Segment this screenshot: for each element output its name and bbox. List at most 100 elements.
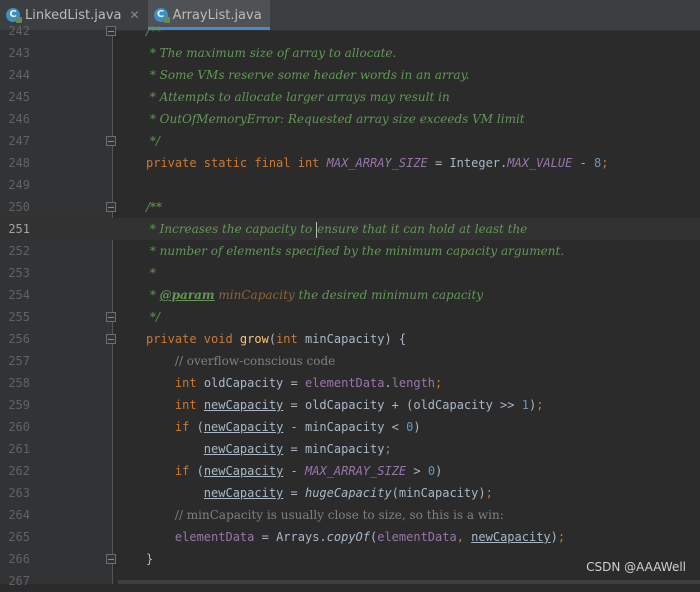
code-text: */ — [146, 306, 160, 328]
code-token: newCapacity — [203, 398, 284, 412]
code-line[interactable]: 263 newCapacity = hugeCapacity(minCapaci… — [0, 482, 700, 504]
code-token: int — [174, 398, 204, 412]
code-token: grow — [239, 332, 269, 346]
code-line[interactable]: 261 newCapacity = minCapacity; — [0, 438, 700, 460]
line-number: 249 — [8, 178, 30, 192]
code-token: */ — [146, 310, 160, 324]
line-number: 253 — [8, 266, 30, 280]
line-number: 243 — [8, 46, 30, 60]
code-line[interactable]: 252 * number of elements specified by th… — [0, 240, 700, 262]
code-text: newCapacity = minCapacity; — [146, 438, 392, 460]
code-token: * The maximum size of array to allocate. — [146, 46, 397, 60]
line-number: 267 — [8, 574, 30, 588]
code-line[interactable]: 246 * OutOfMemoryError: Requested array … — [0, 108, 700, 130]
code-token: ( — [268, 332, 277, 346]
code-token: length — [391, 376, 436, 390]
code-token: hugeCapacity — [304, 486, 392, 500]
line-number: 265 — [8, 530, 30, 544]
line-number: 242 — [8, 24, 30, 38]
code-text: */ — [146, 130, 160, 152]
code-text: /** — [146, 196, 162, 218]
code-token: private static final int — [146, 156, 327, 170]
code-text: // minCapacity is usually close to size,… — [146, 504, 504, 526]
code-line[interactable]: 242 /** — [0, 20, 700, 42]
line-number: 264 — [8, 508, 30, 522]
code-token: * number of elements specified by the mi… — [146, 244, 565, 258]
fold-toggle-icon[interactable] — [106, 136, 116, 146]
line-number: 257 — [8, 354, 30, 368]
code-token: minCapacity) { — [304, 332, 407, 346]
code-token: } — [146, 552, 154, 566]
code-token: newCapacity — [203, 442, 284, 456]
code-token: if — [174, 420, 197, 434]
line-number: 248 — [8, 156, 30, 170]
code-text: * The maximum size of array to allocate. — [146, 42, 397, 64]
code-text: newCapacity = hugeCapacity(minCapacity); — [146, 482, 493, 504]
code-token: // overflow-conscious code — [174, 354, 336, 368]
code-token: the desired minimum capacity — [294, 288, 484, 302]
code-token: newCapacity — [203, 486, 284, 500]
code-token: int — [276, 332, 305, 346]
line-number: 254 — [8, 288, 30, 302]
code-token: 1 — [521, 398, 529, 412]
line-number: 263 — [8, 486, 30, 500]
code-token: = Arrays. — [254, 530, 327, 544]
code-token: = oldCapacity + (oldCapacity >> — [283, 398, 522, 412]
code-text: int newCapacity = oldCapacity + (oldCapa… — [146, 394, 544, 416]
code-token: */ — [146, 134, 160, 148]
fold-toggle-icon[interactable] — [106, 334, 116, 344]
line-number: 252 — [8, 244, 30, 258]
code-token: - — [283, 464, 305, 478]
code-token: elementData — [174, 530, 255, 544]
code-line[interactable]: 248 private static final int MAX_ARRAY_SI… — [0, 152, 700, 174]
code-token: oldCapacity = — [203, 376, 305, 390]
code-text: * number of elements specified by the mi… — [146, 240, 564, 262]
fold-toggle-icon[interactable] — [106, 26, 116, 36]
code-token: /** — [146, 200, 163, 214]
watermark: CSDN @AAAWell — [586, 560, 686, 574]
code-line[interactable]: 254 * @param minCapacity the desired min… — [0, 284, 700, 306]
code-text: * Some VMs reserve some header words in … — [146, 64, 470, 86]
code-token: elementData — [377, 530, 457, 544]
code-token: ( — [196, 420, 204, 434]
code-line[interactable]: 244 * Some VMs reserve some header words… — [0, 64, 700, 86]
horizontal-scrollbar[interactable] — [118, 580, 700, 584]
code-line[interactable]: 250 /** — [0, 196, 700, 218]
code-line[interactable]: 258 int oldCapacity = elementData.length… — [0, 372, 700, 394]
code-line[interactable]: 259 int newCapacity = oldCapacity + (old… — [0, 394, 700, 416]
code-line[interactable]: 265 elementData = Arrays.copyOf(elementD… — [0, 526, 700, 548]
fold-toggle-icon[interactable] — [106, 312, 116, 322]
fold-toggle-icon[interactable] — [106, 554, 116, 564]
code-line[interactable]: 243 * The maximum size of array to alloc… — [0, 42, 700, 64]
code-line[interactable]: 253 * — [0, 262, 700, 284]
code-token: MAX_ARRAY_SIZE — [305, 464, 407, 478]
fold-toggle-icon[interactable] — [106, 202, 116, 212]
code-line[interactable]: 260 if (newCapacity - minCapacity < 0) — [0, 416, 700, 438]
code-line[interactable]: 245 * Attempts to allocate larger arrays… — [0, 86, 700, 108]
code-token: (minCapacity) — [391, 486, 486, 500]
code-text: * Increases the capacity to ensure that … — [146, 218, 527, 240]
code-token: /** — [146, 24, 163, 38]
code-token: = Integer. — [427, 156, 508, 170]
code-line[interactable]: 264 // minCapacity is usually close to s… — [0, 504, 700, 526]
code-token: * — [146, 288, 160, 302]
code-line[interactable]: 256 private void grow(int minCapacity) { — [0, 328, 700, 350]
line-number: 251 — [8, 222, 30, 236]
code-line[interactable]: 262 if (newCapacity - MAX_ARRAY_SIZE > 0… — [0, 460, 700, 482]
code-line[interactable]: 255 */ — [0, 306, 700, 328]
code-token: - minCapacity < — [283, 420, 407, 434]
code-token: ) — [413, 420, 421, 434]
code-line[interactable]: 247 */ — [0, 130, 700, 152]
code-line[interactable]: 249 — [0, 174, 700, 196]
code-token: MAX_VALUE — [507, 156, 573, 170]
line-number: 255 — [8, 310, 30, 324]
code-line[interactable]: 257 // overflow-conscious code — [0, 350, 700, 372]
code-token: ) — [550, 530, 558, 544]
code-line[interactable]: 251 * Increases the capacity to ensure t… — [0, 218, 700, 240]
